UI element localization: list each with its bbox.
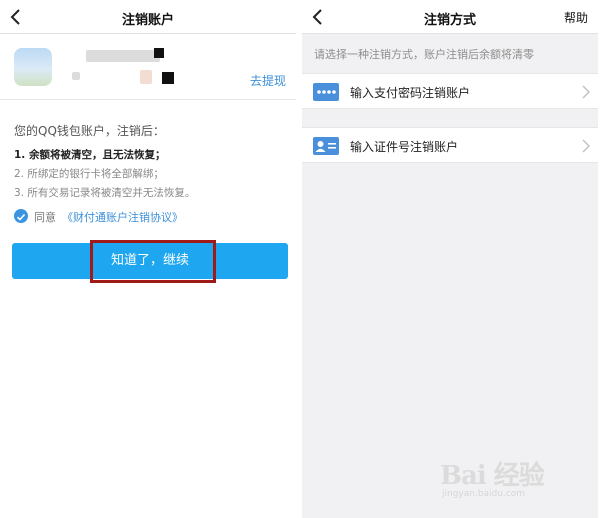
- rule-item: 2. 所绑定的银行卡将全部解绑；: [14, 168, 164, 180]
- avatar: [14, 48, 52, 86]
- password-card-icon: [313, 83, 339, 101]
- lead-text: 您的QQ钱包账户，注销后：: [14, 124, 165, 138]
- page-title: 注销账户: [121, 13, 174, 28]
- method-id-row[interactable]: 输入证件号注销账户: [302, 127, 598, 163]
- watermark-logo: Bai 经验: [440, 461, 545, 491]
- rule-item: 1. 余额将被清空，且无法恢复；: [14, 149, 166, 161]
- cancel-info-panel: 您的QQ钱包账户，注销后： 1. 余额将被清空，且无法恢复； 2. 所绑定的银行…: [0, 100, 296, 518]
- nav-bar: 注销账户: [0, 0, 296, 34]
- help-link[interactable]: 帮助: [564, 9, 588, 26]
- agreement-link[interactable]: 《财付通账户注销协议》: [62, 209, 183, 225]
- cancel-method-screen: 注销方式 帮助 请选择一种注销方式，账户注销后余额将清零 输入支付密码注销账户 …: [302, 0, 598, 518]
- chevron-right-icon: [582, 139, 590, 153]
- watermark: Bai 经验 jingyan.baidu.com: [438, 455, 558, 503]
- cancel-account-screen: 注销账户 去提现 您的QQ钱包账户，注销后： 1. 余额将被清空，且无法恢复； …: [0, 0, 296, 518]
- blurred-account-name: [86, 50, 160, 62]
- withdraw-link[interactable]: 去提现: [250, 72, 286, 89]
- nav-bar: 注销方式 帮助: [302, 0, 598, 34]
- rule-item: 3. 所有交易记录将被清空并无法恢复。: [14, 187, 196, 199]
- blurred-account-id: [72, 72, 80, 80]
- redacted-block: [162, 72, 174, 84]
- agreement-prefix: 同意: [34, 211, 56, 224]
- page-title: 注销方式: [423, 13, 476, 28]
- method-label: 输入证件号注销账户: [350, 140, 459, 154]
- watermark-url: jingyan.baidu.com: [442, 489, 526, 499]
- method-label: 输入支付密码注销账户: [350, 86, 471, 100]
- account-summary: 去提现: [0, 34, 296, 100]
- checkmark-icon: [16, 213, 26, 221]
- method-password-row[interactable]: 输入支付密码注销账户: [302, 73, 598, 109]
- id-card-icon: [313, 137, 339, 155]
- hint-text: 请选择一种注销方式，账户注销后余额将清零: [314, 48, 534, 61]
- continue-button[interactable]: 知道了，继续: [12, 243, 288, 279]
- blurred-balance: [140, 70, 152, 84]
- chevron-right-icon: [582, 85, 590, 99]
- redacted-block: [154, 48, 164, 58]
- check-circle-icon[interactable]: [14, 209, 28, 223]
